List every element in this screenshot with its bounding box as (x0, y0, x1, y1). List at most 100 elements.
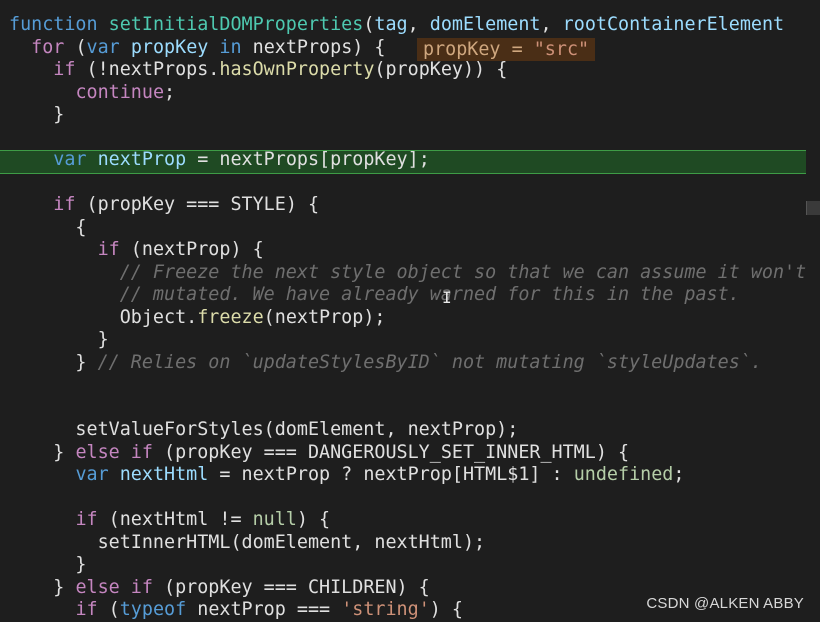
code-line[interactable]: } (9, 329, 109, 352)
code-token: ) { (429, 599, 463, 620)
code-token: ( (75, 36, 87, 58)
code-line[interactable]: var nextProp = nextProps[propKey]; (9, 149, 430, 172)
inline-debug-value: propKey = "src" (417, 38, 596, 61)
code-line[interactable]: var nextHtml = nextProp ? nextProp[HTML$… (9, 464, 684, 487)
watermark-text: CSDN @ALKEN ABBY (646, 595, 804, 612)
code-token: } (9, 329, 109, 350)
code-line[interactable]: if (nextHtml != null) { (9, 509, 330, 532)
code-token: hasOwnProperty (219, 59, 375, 80)
code-token: if (75, 599, 109, 620)
text-cursor-icon: I (442, 288, 452, 307)
code-token: } (9, 351, 98, 373)
code-token: // mutated. We have already warned for t… (9, 284, 740, 305)
code-token: } (9, 441, 76, 463)
code-line[interactable]: } (9, 104, 64, 127)
code-token: freeze (197, 306, 264, 328)
code-token: else if (75, 441, 165, 463)
code-token: var (86, 36, 131, 58)
code-token: if (53, 59, 87, 80)
code-token: (propKey === DANGEROUSLY_SET_INNER_HTML)… (164, 441, 630, 463)
code-token: null (252, 509, 297, 530)
code-token: var (75, 464, 120, 485)
code-token: (nextHtml != (108, 509, 253, 530)
code-token: nextProps) { (252, 36, 386, 58)
code-token: nextProp === (197, 599, 342, 620)
code-token: (nextProp) { (130, 239, 264, 260)
code-line[interactable]: function setInitialDOMProperties(tag, do… (9, 14, 784, 37)
code-line[interactable]: if (nextProp) { (9, 239, 264, 262)
code-token: propKey (130, 36, 220, 58)
code-token: (propKey === STYLE) { (86, 194, 320, 215)
code-token: else if (75, 576, 165, 598)
code-line[interactable]: if (!nextProps.hasOwnProperty(propKey)) … (9, 59, 507, 82)
code-token: if (97, 239, 131, 260)
code-token: { (9, 216, 87, 238)
code-line[interactable]: continue; (9, 82, 175, 105)
inline-value-label: propKey = (423, 39, 534, 60)
code-token: ( (363, 14, 375, 35)
code-token: rootContainerElement (562, 14, 785, 35)
code-token: (propKey)) { (374, 59, 508, 80)
code-token: undefined (573, 464, 674, 485)
code-token: if (53, 194, 87, 215)
code-token: tag (374, 14, 408, 35)
editor-scrollbar-track[interactable] (806, 0, 820, 622)
code-token: } (9, 554, 87, 575)
scrollbar-thumb[interactable] (806, 201, 820, 215)
code-token: ; (164, 81, 176, 103)
code-token: } (9, 104, 65, 125)
code-token: var (53, 149, 98, 170)
code-token: nextHtml (119, 464, 220, 485)
code-token: (propKey === CHILDREN) { (164, 576, 430, 598)
code-line[interactable]: // Freeze the next style object so that … (9, 262, 820, 285)
code-token: for (31, 36, 76, 58)
code-token: ) { (296, 509, 331, 530)
code-token: if (75, 509, 109, 530)
code-line[interactable]: for (var propKey in nextProps) { (9, 36, 386, 60)
code-line[interactable]: setInnerHTML(domElement, nextHtml); (9, 531, 486, 555)
code-line[interactable]: setValueForStyles(domElement, nextProp); (9, 419, 518, 442)
code-line[interactable]: if (typeof nextProp === 'string') { (9, 599, 463, 622)
code-token: setInitialDOMProperties (108, 14, 364, 35)
code-token: 'string' (341, 599, 430, 620)
code-token: typeof (119, 599, 198, 620)
code-token: continue (75, 81, 165, 103)
code-line[interactable]: { (9, 216, 87, 240)
code-token: (!nextProps. (86, 59, 220, 80)
code-token: // Freeze the next style object so that … (9, 261, 820, 283)
code-token: , (540, 14, 563, 35)
code-token: setInnerHTML(domElement, nextHtml); (9, 531, 486, 553)
code-token: = nextProp ? nextProp[HTML$1] : (219, 464, 574, 485)
code-token: setValueForStyles(domElement, nextProp); (9, 419, 519, 440)
inline-value-text: "src" (533, 39, 590, 60)
code-token: Object. (9, 306, 198, 328)
code-token: } (9, 576, 76, 598)
code-token: function (9, 14, 109, 35)
code-line[interactable]: if (propKey === STYLE) { (9, 194, 319, 217)
code-token: nextProp (97, 149, 198, 170)
code-token: ( (108, 599, 120, 620)
code-token: ; (673, 464, 685, 485)
code-token: in (219, 36, 253, 58)
code-line[interactable]: } (9, 554, 87, 577)
code-line[interactable]: } // Relies on `updateStylesByID` not mu… (9, 351, 762, 375)
code-token: // Relies on `updateStylesByID` not muta… (97, 351, 762, 373)
code-line[interactable]: // mutated. We have already warned for t… (9, 284, 740, 307)
code-token: , (407, 14, 430, 35)
code-token: (nextProp); (263, 306, 386, 328)
code-line[interactable]: } else if (propKey === CHILDREN) { (9, 576, 430, 600)
code-editor[interactable]: function setInitialDOMProperties(tag, do… (0, 0, 820, 622)
code-line[interactable]: } else if (propKey === DANGEROUSLY_SET_I… (9, 442, 629, 465)
code-token: domElement (429, 14, 541, 35)
code-line[interactable]: Object.freeze(nextProp); (9, 306, 386, 330)
code-token: = nextProps[propKey]; (197, 149, 430, 170)
